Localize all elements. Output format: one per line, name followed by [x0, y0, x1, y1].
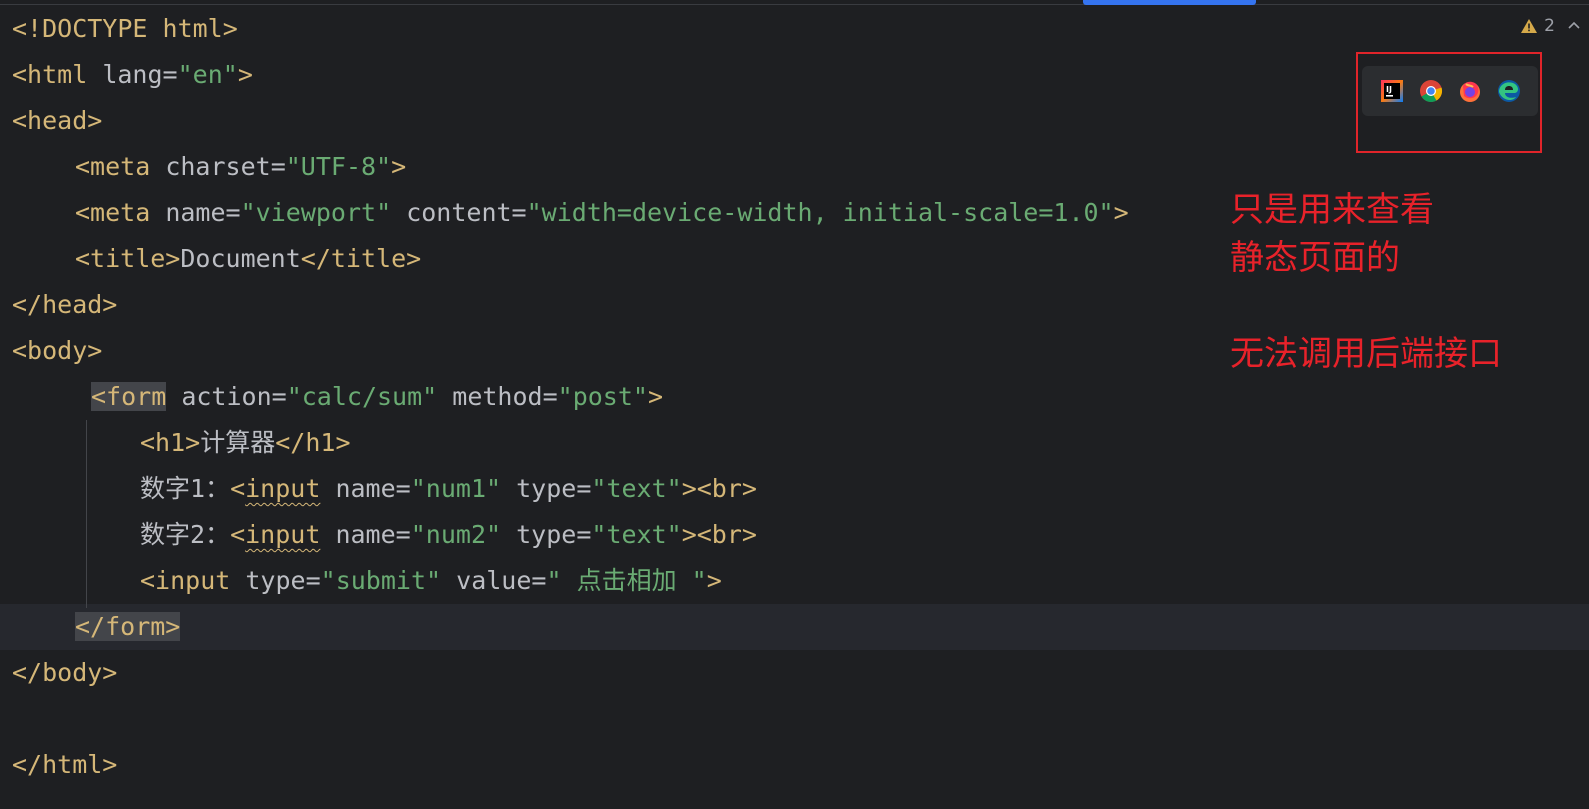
attr-value: "submit" — [320, 566, 442, 595]
h1-open-tag: <h1> — [140, 428, 201, 457]
attr-value: "text" — [591, 474, 682, 503]
html-close-tag: </html> — [12, 750, 118, 779]
tag-close-br: ><br> — [681, 520, 757, 549]
meta-open-tag: <meta — [75, 152, 151, 181]
code-line-12[interactable]: 数字2：<input name="num2" type="text"><br> — [0, 512, 1589, 558]
input-open-tag: <input — [140, 566, 231, 595]
attr-value: "UTF-8" — [285, 152, 392, 181]
attr-value: "num1" — [410, 474, 502, 503]
code-line-7[interactable]: </head> — [0, 282, 1589, 328]
attr-value: "width=device-width, initial-scale=1.0" — [526, 198, 1114, 227]
title-text: Document — [180, 244, 301, 273]
annotation-line-2: 静态页面的 — [1230, 238, 1400, 278]
equals: = — [542, 382, 558, 411]
equals: = — [511, 198, 527, 227]
equals: = — [576, 474, 592, 503]
meta-open-tag: <meta — [75, 198, 151, 227]
annotation-highlight-box — [1356, 52, 1542, 153]
code-line-9[interactable]: <form action="calc/sum" method="post"> — [0, 374, 1589, 420]
input-tag-name: input — [245, 474, 321, 503]
horizontal-scroll-thumb[interactable] — [1083, 0, 1256, 5]
tag-open-bracket: < — [230, 474, 246, 503]
attr-name: name — [335, 520, 396, 549]
attr-type: type — [516, 520, 577, 549]
equals: = — [271, 382, 287, 411]
tag-close: > — [1113, 198, 1129, 227]
annotation-line-1: 只是用来查看 — [1230, 190, 1434, 230]
attr-name: name — [335, 474, 396, 503]
code-line-1[interactable]: <!DOCTYPE html> — [0, 6, 1589, 52]
attr-value: "calc/sum" — [286, 382, 438, 411]
annotation-note-backend: 无法调用后端接口 — [1230, 334, 1502, 374]
inspection-widget[interactable]: 2 — [1520, 14, 1581, 38]
attr-value: "num2" — [410, 520, 502, 549]
attr-value: "post" — [557, 382, 648, 411]
title-open-tag: <title> — [75, 244, 181, 273]
h1-text: 计算器 — [200, 428, 276, 457]
tag-close: > — [391, 152, 407, 181]
code-line-13[interactable]: <input type="submit" value=" 点击相加 "> — [0, 558, 1589, 604]
head-close-tag: </head> — [12, 290, 118, 319]
attr-charset: charset — [165, 152, 271, 181]
tag-close: > — [237, 60, 253, 89]
tag-close: > — [706, 566, 722, 595]
attr-value: " 点击相加 " — [546, 566, 707, 595]
indent-guide — [86, 420, 87, 608]
equals: = — [395, 474, 411, 503]
code-line-2[interactable]: <html lang="en"> — [0, 52, 1589, 98]
tag-close-br: ><br> — [681, 474, 757, 503]
code-line-3[interactable]: <head> — [0, 98, 1589, 144]
attr-name: name — [165, 198, 226, 227]
input-tag-name: input — [245, 520, 321, 549]
code-line-10[interactable]: <h1>计算器</h1> — [0, 420, 1589, 466]
chevron-up-icon[interactable] — [1567, 19, 1581, 33]
warning-icon — [1521, 19, 1538, 33]
title-close-tag: </title> — [300, 244, 422, 273]
attr-content: content — [406, 198, 512, 227]
code-line-15[interactable]: </body> — [0, 650, 1589, 696]
equals: = — [576, 520, 592, 549]
code-line-17[interactable]: </html> — [0, 742, 1589, 788]
equals: = — [531, 566, 547, 595]
h1-close-tag: </h1> — [275, 428, 351, 457]
code-editor[interactable]: <!DOCTYPE html> <html lang="en"> <head> … — [0, 6, 1589, 809]
attr-method: method — [452, 382, 543, 411]
tag-close: > — [647, 382, 664, 411]
editor-top-border — [0, 4, 1589, 5]
attr-value: "en" — [177, 60, 238, 89]
tag-open-bracket: < — [230, 520, 246, 549]
html-open-tag: <html — [12, 60, 88, 89]
code-line-16[interactable] — [0, 696, 1589, 742]
equals: = — [225, 198, 241, 227]
attr-type: type — [245, 566, 306, 595]
attr-action: action — [181, 382, 272, 411]
attr-type: type — [516, 474, 577, 503]
attr-value-name: value — [456, 566, 532, 595]
warning-count: 2 — [1544, 16, 1555, 36]
annotation-note-static: 只是用来查看 静态页面的 — [1230, 186, 1434, 282]
head-open-tag: <head> — [12, 106, 103, 135]
code-line-14-current[interactable]: </form> — [0, 604, 1589, 650]
form-close-tag: </form> — [75, 612, 181, 641]
doctype: <!DOCTYPE html> — [12, 14, 238, 43]
equals: = — [270, 152, 286, 181]
code-line-4[interactable]: <meta charset="UTF-8"> — [0, 144, 1589, 190]
form-open-tag: <form — [91, 382, 167, 411]
equals: = — [305, 566, 321, 595]
body-close-tag: </body> — [12, 658, 118, 687]
code-line-11[interactable]: 数字1：<input name="num1" type="text"><br> — [0, 466, 1589, 512]
field-label-text: 数字2： — [140, 520, 231, 549]
attr-value: "viewport" — [240, 198, 392, 227]
body-open-tag: <body> — [12, 336, 103, 365]
attr-value: "text" — [591, 520, 682, 549]
equals: = — [395, 520, 411, 549]
attr-lang: lang — [102, 60, 163, 89]
field-label-text: 数字1： — [140, 474, 231, 503]
equals: = — [162, 60, 178, 89]
